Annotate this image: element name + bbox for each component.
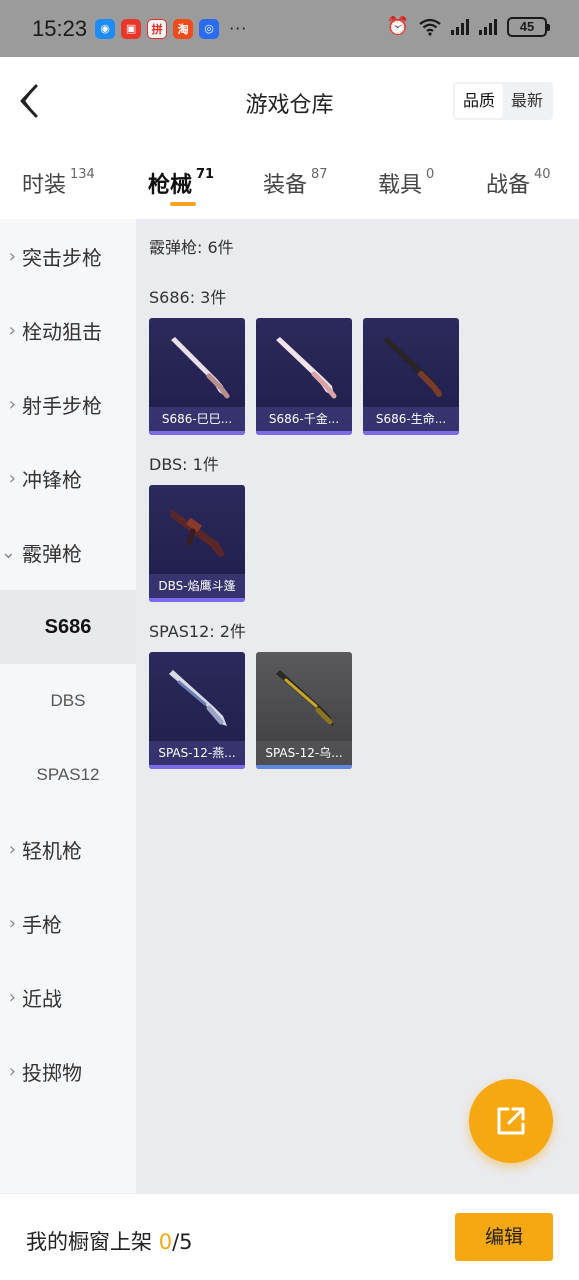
category-count: 霰弹枪: 6件 (149, 238, 234, 257)
showcase-total-count: /5 (172, 1230, 193, 1254)
shotgun-image (276, 337, 337, 399)
weapon-card[interactable]: S686-千金... (256, 318, 352, 435)
weapon-type-sidebar: › 突击步枪 › 栓动狙击 › 射手步枪 › 冲锋枪 ⌄ 霰弹枪 S686 DBS SPA… (0, 219, 136, 1193)
notification-icons: ◉ ▣ 拼 淘 ◎ ··· (95, 18, 248, 39)
system-icons: ⏰ 45 (386, 16, 550, 37)
sidebar-subitem-dbs[interactable]: DBS (0, 664, 136, 738)
tab-count: 87 (311, 167, 328, 182)
weapon-card[interactable]: SPAS-12-乌... (256, 652, 352, 769)
showcase-bar: 我的橱窗上架 0/5 编辑 (0, 1193, 579, 1280)
shotgun-image (276, 670, 334, 726)
edit-button[interactable]: 编辑 (455, 1213, 553, 1261)
weapon-card[interactable]: S686-生命... (363, 318, 459, 435)
chevron-right-icon: › (8, 838, 16, 860)
sort-quality-button[interactable]: 品质 (454, 84, 503, 118)
sidebar-subitem-spas12[interactable]: SPAS12 (0, 738, 136, 812)
sidebar-item-bolt-sniper[interactable]: › 栓动狙击 (0, 293, 136, 367)
chevron-right-icon: › (8, 986, 16, 1008)
taobao-icon: 淘 (173, 18, 194, 39)
tab-count: 134 (70, 167, 95, 182)
shotgun-image (171, 337, 230, 399)
group-title-s686: S686: 3件 (149, 288, 227, 307)
tab-count: 0 (426, 167, 435, 182)
shotgun-image (169, 670, 227, 726)
chevron-right-icon: › (8, 467, 16, 489)
app-icon: ◎ (199, 18, 220, 39)
chevron-right-icon: › (8, 319, 16, 341)
tab-count: 71 (196, 167, 215, 182)
signal-icon-2 (479, 18, 497, 35)
chevron-right-icon: › (8, 393, 16, 415)
weapon-name: SPAS-12-乌... (256, 741, 352, 765)
rarity-bar (256, 765, 352, 769)
chevron-right-icon: › (8, 1060, 16, 1082)
weapon-card[interactable]: SPAS-12-燕... (149, 652, 245, 769)
chevron-right-icon: › (8, 912, 16, 934)
status-time: 15:23 (32, 15, 88, 41)
weapon-card[interactable]: DBS-焰鹰斗篷 (149, 485, 245, 602)
chat-icon: ▣ (121, 18, 142, 39)
sidebar-item-throwable[interactable]: › 投掷物 (0, 1034, 136, 1108)
rarity-bar (149, 598, 245, 602)
weapon-name: S686-生命... (363, 407, 459, 431)
sidebar-item-smg[interactable]: › 冲锋枪 (0, 441, 136, 515)
status-bar: 15:23 ◉ ▣ 拼 淘 ◎ ··· ⏰ 45 (0, 0, 579, 57)
group-title-spas12: SPAS12: 2件 (149, 622, 246, 641)
tab-firearms[interactable]: 枪械 71 (148, 167, 214, 199)
weapon-grid: 霰弹枪: 6件 S686: 3件 S686-巳巳... S686-千金... S… (136, 219, 579, 1193)
rarity-bar (149, 765, 245, 769)
tab-equipment[interactable]: 装备 87 (263, 167, 328, 199)
wifi-icon (419, 18, 441, 36)
share-icon (497, 1107, 525, 1135)
tab-fashion[interactable]: 时装 134 (22, 167, 95, 199)
alarm-icon: ⏰ (386, 16, 409, 37)
signal-icon (451, 18, 469, 35)
battery-icon: 45 (507, 16, 550, 37)
weapon-name: DBS-焰鹰斗篷 (149, 574, 245, 598)
chevron-down-icon: ⌄ (0, 541, 16, 563)
sidebar-item-shotgun[interactable]: ⌄ 霰弹枪 (0, 515, 136, 589)
shotgun-image (383, 337, 442, 397)
sort-toggle: 品质 最新 (452, 82, 553, 120)
rarity-bar (363, 431, 459, 435)
shotgun-image (171, 509, 225, 557)
showcase-label: 我的橱窗上架 (26, 1230, 152, 1254)
category-tabs: 时装 134 枪械 71 装备 87 载具 0 战备 40 (0, 145, 579, 219)
tab-vehicles[interactable]: 载具 0 (378, 167, 434, 199)
tab-combat-gear[interactable]: 战备 40 (486, 167, 551, 199)
showcase-status: 我的橱窗上架 0/5 (26, 1226, 193, 1256)
weapon-name: S686-巳巳... (149, 407, 245, 431)
active-tab-indicator (170, 202, 196, 206)
group-title-dbs: DBS: 1件 (149, 455, 219, 474)
more-notifications-icon: ··· (229, 19, 248, 38)
sidebar-item-marksman-rifle[interactable]: › 射手步枪 (0, 367, 136, 441)
weapon-name: S686-千金... (256, 407, 352, 431)
sidebar-item-lmg[interactable]: › 轻机枪 (0, 812, 136, 886)
tab-count: 40 (534, 167, 551, 182)
message-icon: ◉ (95, 18, 116, 39)
sort-latest-button[interactable]: 最新 (503, 84, 551, 118)
rarity-bar (256, 431, 352, 435)
pinduoduo-icon: 拼 (147, 18, 168, 39)
share-button[interactable] (469, 1079, 553, 1163)
sidebar-item-assault-rifle[interactable]: › 突击步枪 (0, 219, 136, 293)
rarity-bar (149, 431, 245, 435)
weapon-card[interactable]: S686-巳巳... (149, 318, 245, 435)
weapon-name: SPAS-12-燕... (149, 741, 245, 765)
chevron-right-icon: › (8, 245, 16, 267)
sidebar-item-pistol[interactable]: › 手枪 (0, 886, 136, 960)
showcase-current-count: 0 (158, 1230, 173, 1254)
sidebar-subitem-s686[interactable]: S686 (0, 590, 136, 664)
page-header: 游戏仓库 品质 最新 (0, 57, 579, 145)
sidebar-item-melee[interactable]: › 近战 (0, 960, 136, 1034)
